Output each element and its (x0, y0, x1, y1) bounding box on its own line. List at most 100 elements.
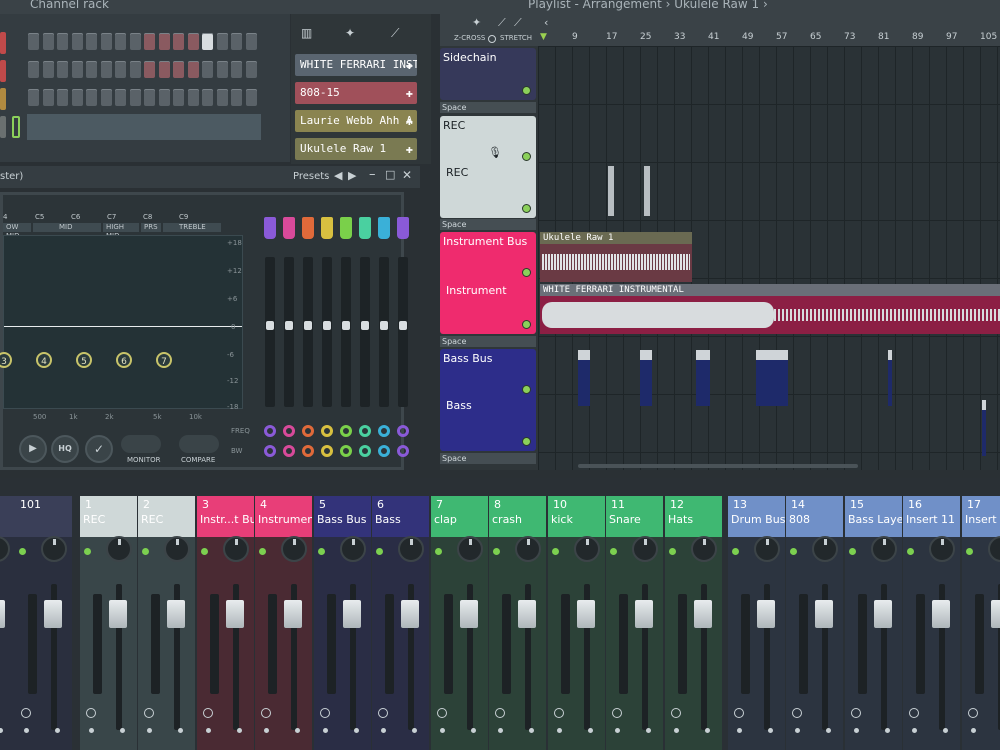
band-gain-slider[interactable] (265, 257, 275, 407)
step-button[interactable] (173, 61, 184, 78)
step-button[interactable] (245, 33, 257, 50)
route-dot[interactable] (147, 728, 152, 733)
band-gain-slider[interactable] (284, 257, 294, 407)
route-dot[interactable] (912, 728, 917, 733)
plus-icon[interactable]: ✚ (406, 110, 413, 132)
plus-icon[interactable]: ✚ (406, 138, 413, 160)
clock-icon[interactable] (437, 708, 447, 718)
stretch-label[interactable]: STRETCH (500, 34, 532, 42)
pan-knob[interactable] (632, 536, 658, 562)
pan-knob[interactable] (871, 536, 897, 562)
mixer-track[interactable]: 5 Bass Bus (314, 496, 371, 750)
channel-led[interactable] (0, 88, 6, 110)
playlist-grid[interactable]: Ukulele Raw 1 WHITE FERRARI INSTRUMENTAL (538, 46, 1000, 470)
route-dot[interactable] (498, 728, 503, 733)
volume-fader[interactable] (226, 600, 244, 628)
step-button[interactable] (231, 89, 242, 106)
route-dot[interactable] (471, 728, 476, 733)
step-button[interactable] (158, 33, 170, 50)
volume-fader[interactable] (518, 600, 536, 628)
step-button[interactable] (57, 33, 68, 50)
mixer-track-header[interactable]: h -6 (0, 496, 15, 537)
slider-handle[interactable] (342, 321, 350, 330)
eq-node[interactable]: 6 (116, 352, 132, 368)
route-dot[interactable] (943, 728, 948, 733)
step-button[interactable] (144, 61, 155, 78)
band-knob[interactable] (359, 445, 371, 457)
mute-led[interactable] (142, 548, 149, 555)
slider-handle[interactable] (399, 321, 407, 330)
volume-fader[interactable] (343, 600, 361, 628)
band-type-tag[interactable] (264, 217, 276, 239)
step-button[interactable] (100, 33, 112, 50)
mute-led[interactable] (493, 548, 500, 555)
band-gain-slider[interactable] (341, 257, 351, 407)
pan-knob[interactable] (574, 536, 600, 562)
step-button[interactable] (42, 61, 54, 78)
play-button[interactable]: ▶ (19, 435, 47, 463)
mixer-track-header[interactable]: 13 Drum Bus (728, 496, 785, 537)
eq-node[interactable]: 7 (156, 352, 172, 368)
band-knob[interactable] (359, 425, 371, 437)
mute-led[interactable] (552, 548, 559, 555)
mixer-track[interactable]: 7 clap (431, 496, 488, 750)
pan-knob[interactable] (106, 536, 132, 562)
route-dot[interactable] (737, 728, 742, 733)
step-button[interactable] (245, 89, 257, 106)
pattern-item[interactable]: WHITE FERRARI INSTR...✚ (295, 54, 417, 76)
mixer-track[interactable]: 13 Drum Bus (728, 496, 785, 750)
mixer-track[interactable]: 8 crash (489, 496, 546, 750)
eq-node[interactable]: 5 (76, 352, 92, 368)
pan-knob[interactable] (754, 536, 780, 562)
volume-fader[interactable] (874, 600, 892, 628)
mixer-track[interactable]: 11 Snare (606, 496, 663, 750)
step-button[interactable] (144, 89, 155, 106)
route-dot[interactable] (354, 728, 359, 733)
band-knob[interactable] (378, 425, 390, 437)
pan-knob[interactable] (340, 536, 366, 562)
eq-graph[interactable]: 3 4 5 6 7 (0, 235, 243, 409)
mixer-track[interactable]: 10 kick (548, 496, 605, 750)
mixer-track-header[interactable]: 16 Insert 11 (903, 496, 960, 537)
route-dot[interactable] (264, 728, 269, 733)
mute-led[interactable] (966, 548, 973, 555)
mixer-track[interactable]: 14 808 (786, 496, 843, 750)
pattern-item[interactable]: Ukulele Raw 1 ✚ (295, 138, 417, 160)
stretch-icon[interactable]: ⟋ (498, 16, 506, 30)
slider-handle[interactable] (361, 321, 369, 330)
mute-led[interactable] (435, 548, 442, 555)
band-knob[interactable] (264, 445, 276, 457)
pan-knob[interactable] (929, 536, 955, 562)
route-dot[interactable] (237, 728, 242, 733)
route-dot[interactable] (178, 728, 183, 733)
track-instrument-bus[interactable]: Instrument Bus Instrument (440, 232, 536, 334)
clock-icon[interactable] (734, 708, 744, 718)
volume-fader[interactable] (0, 600, 5, 628)
step-button[interactable] (187, 33, 199, 50)
mixer-track[interactable]: 17 Insert 1 (962, 496, 1000, 750)
route-dot[interactable] (705, 728, 710, 733)
prev-preset-icon[interactable]: ◀ (334, 169, 342, 182)
clock-icon[interactable] (909, 708, 919, 718)
route-dot[interactable] (826, 728, 831, 733)
clock-icon[interactable] (671, 708, 681, 718)
volume-fader[interactable] (932, 600, 950, 628)
clock-icon[interactable] (792, 708, 802, 718)
band-gain-slider[interactable] (360, 257, 370, 407)
band-type-tag[interactable] (397, 217, 409, 239)
band-gain-slider[interactable] (379, 257, 389, 407)
chevron-left-icon[interactable]: ‹ (544, 16, 548, 29)
mixer-track[interactable]: 4 Instrument (255, 496, 312, 750)
volume-fader[interactable] (284, 600, 302, 628)
band-gain-slider[interactable] (303, 257, 313, 407)
clock-icon[interactable] (612, 708, 622, 718)
step-button[interactable] (28, 33, 39, 50)
step-button[interactable] (86, 61, 97, 78)
step-button[interactable] (202, 61, 213, 78)
mixer-track-header[interactable]: 15 Bass Layer 2 (845, 496, 902, 537)
step-button[interactable] (115, 89, 126, 106)
step-button[interactable] (71, 33, 83, 50)
clock-icon[interactable] (261, 708, 271, 718)
volume-fader[interactable] (815, 600, 833, 628)
zcross-toggle[interactable] (488, 35, 496, 43)
